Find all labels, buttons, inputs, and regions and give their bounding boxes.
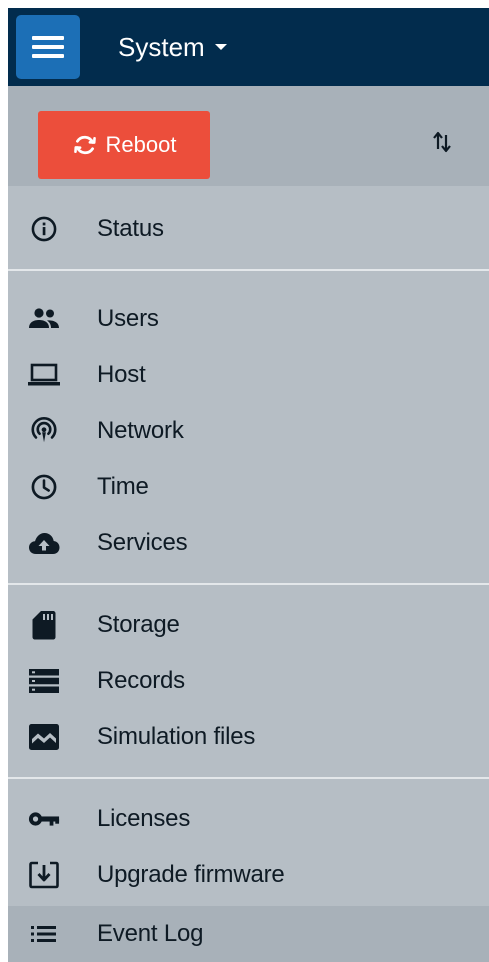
menu-item-network[interactable]: Network [8, 403, 489, 459]
upgrade-icon [28, 859, 60, 891]
clock-icon [28, 471, 60, 503]
reboot-label: Reboot [105, 132, 177, 157]
reboot-icon [73, 135, 96, 155]
hamburger-icon-bar [32, 45, 64, 49]
menu-item-event-log[interactable]: Event Log [8, 906, 489, 962]
sort-arrows-icon [433, 131, 451, 153]
reboot-button[interactable]: Reboot [38, 111, 210, 179]
menu-item-users[interactable]: Users [8, 291, 489, 347]
laptop-icon [28, 359, 60, 391]
menu-item-records[interactable]: Records [8, 653, 489, 709]
hamburger-icon [32, 36, 64, 40]
system-panel: System Reboot Status Users Host Network … [8, 8, 489, 962]
cloud-upload-icon [28, 527, 60, 559]
simulation-icon [28, 721, 60, 753]
menu-item-label: Upgrade firmware [97, 861, 285, 888]
menu-item-label: Host [97, 361, 146, 388]
caret-down-icon [214, 44, 227, 51]
divider [8, 777, 489, 779]
toolbar: Reboot [8, 86, 489, 186]
list-icon [28, 918, 60, 950]
top-bar: System [8, 8, 489, 86]
hamburger-icon-bar [32, 54, 64, 58]
records-icon [28, 665, 60, 697]
menu-item-status[interactable]: Status [8, 201, 489, 257]
users-icon [28, 303, 60, 335]
menu-item-label: Network [97, 417, 184, 444]
menu-item-upgrade-firmware[interactable]: Upgrade firmware [8, 847, 489, 903]
sort-button[interactable] [427, 127, 457, 157]
menu-item-host[interactable]: Host [8, 347, 489, 403]
menu-item-licenses[interactable]: Licenses [8, 791, 489, 847]
info-icon [28, 213, 60, 245]
divider [8, 269, 489, 271]
system-dropdown[interactable]: System [118, 28, 227, 66]
menu-item-label: Event Log [97, 920, 204, 947]
menu-item-simulation-files[interactable]: Simulation files [8, 709, 489, 765]
network-icon [28, 415, 60, 447]
sd-card-icon [28, 609, 60, 641]
menu-item-label: Status [97, 215, 164, 242]
menu-item-services[interactable]: Services [8, 515, 489, 571]
menu-item-label: Simulation files [97, 723, 256, 750]
menu-item-time[interactable]: Time [8, 459, 489, 515]
divider [8, 583, 489, 585]
menu-item-label: Users [97, 305, 159, 332]
hamburger-menu-button[interactable] [16, 15, 80, 79]
menu-item-label: Records [97, 667, 185, 694]
menu-item-label: Services [97, 529, 188, 556]
menu-item-label: Time [97, 473, 149, 500]
menu-item-label: Licenses [97, 805, 191, 832]
menu-item-storage[interactable]: Storage [8, 597, 489, 653]
page-title: System [118, 32, 205, 62]
menu-item-label: Storage [97, 611, 180, 638]
key-icon [28, 803, 60, 835]
